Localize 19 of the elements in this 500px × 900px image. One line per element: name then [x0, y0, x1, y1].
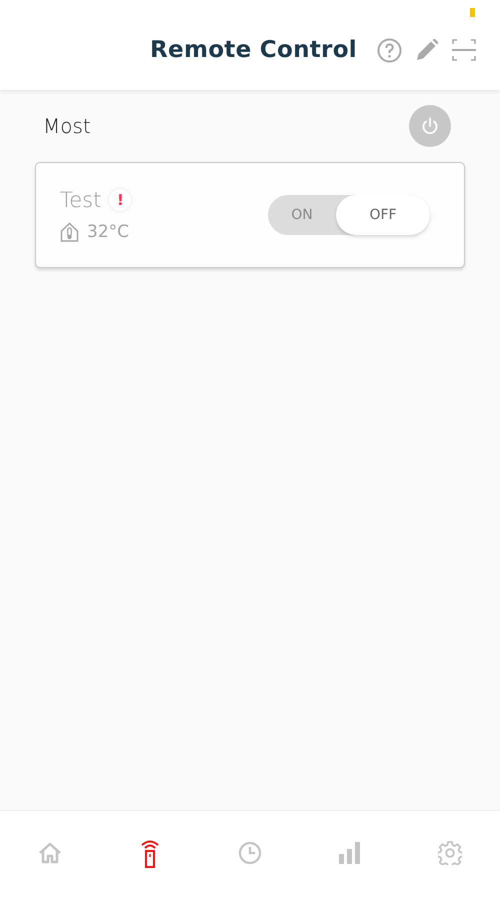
home-icon[interactable] — [37, 840, 63, 864]
section-title: Most — [43, 114, 91, 138]
power-icon — [421, 117, 439, 135]
clock-icon[interactable] — [238, 840, 262, 864]
on-off-toggle[interactable]: ON OFF — [268, 195, 430, 235]
scan-icon[interactable] — [452, 39, 476, 61]
pencil-icon[interactable] — [416, 39, 438, 61]
battery-icon — [470, 8, 475, 17]
off-label[interactable]: OFF — [336, 195, 430, 235]
device-name: Test — [60, 188, 102, 212]
bar-chart-icon[interactable] — [339, 842, 361, 864]
screen-title: Remote Control — [150, 37, 357, 63]
alert-badge: ! — [109, 189, 132, 211]
temperature-text: 32°C — [87, 222, 130, 242]
help-icon[interactable] — [377, 38, 402, 62]
remote-icon[interactable] — [140, 838, 160, 868]
power-button[interactable] — [409, 105, 451, 147]
home-thermometer-icon — [60, 222, 79, 242]
settings-icon[interactable] — [438, 840, 462, 864]
